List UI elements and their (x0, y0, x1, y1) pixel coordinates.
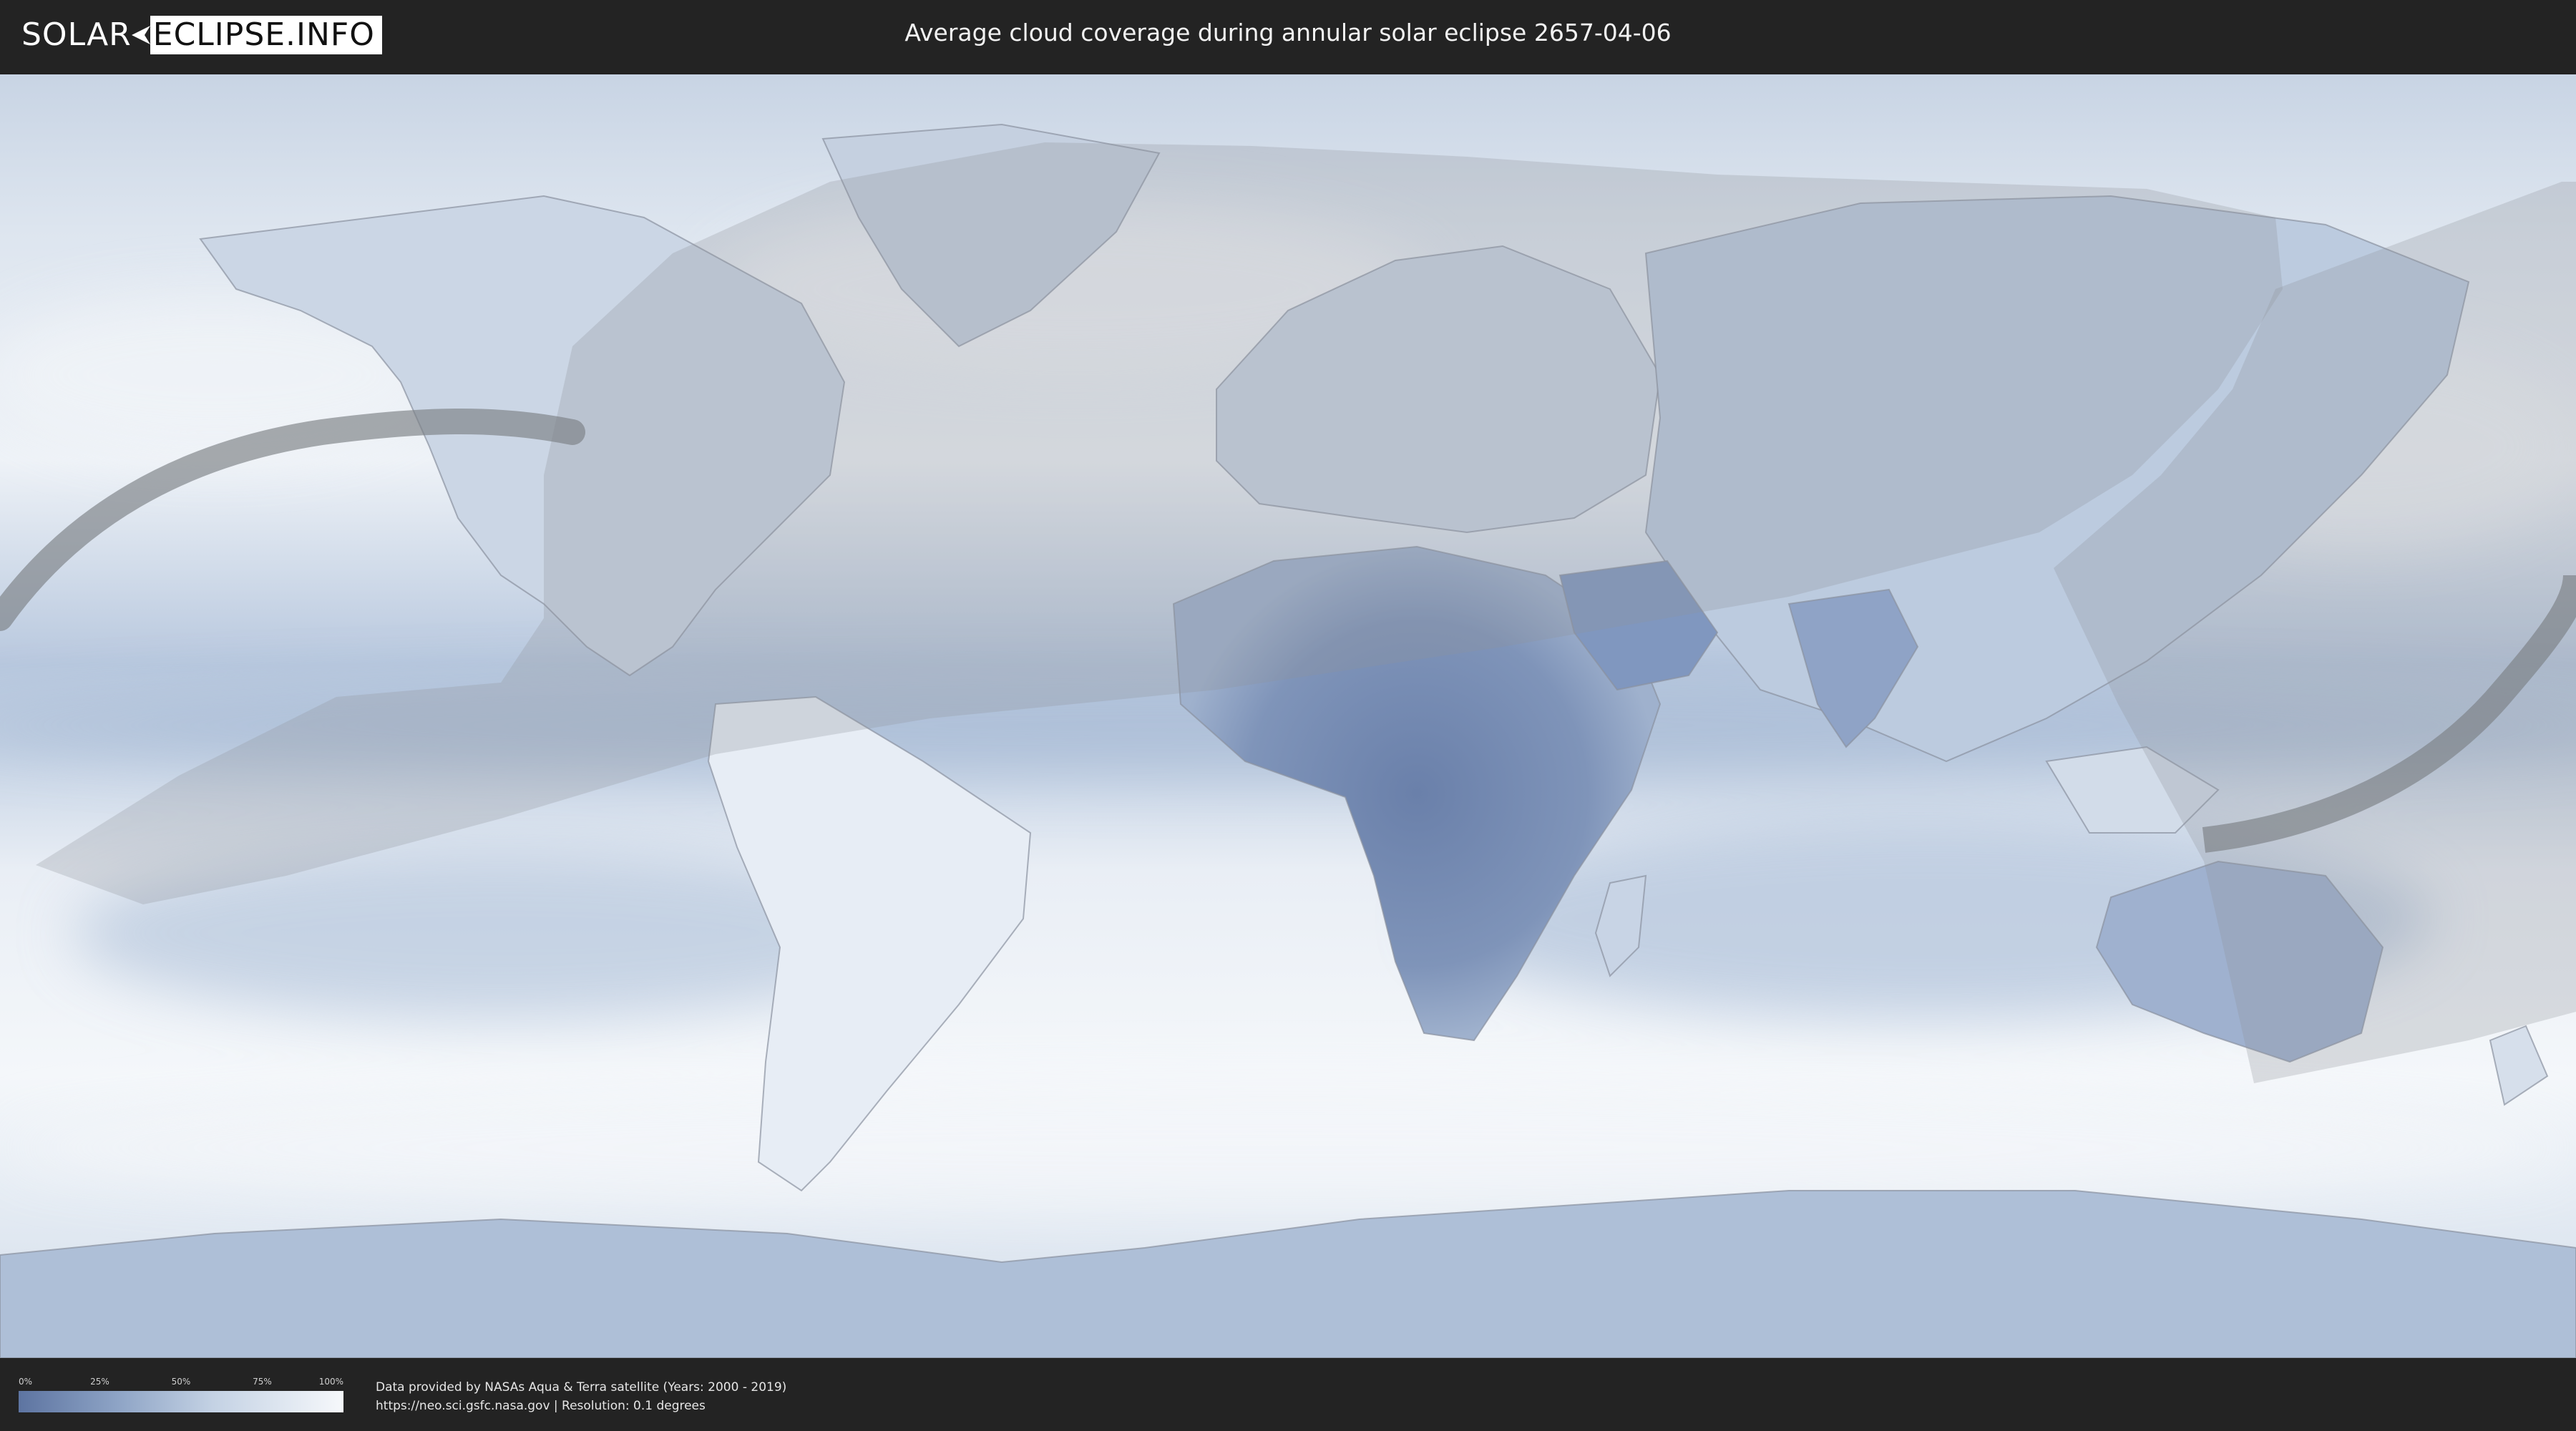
source-line[interactable]: https://neo.sci.gsfc.nasa.gov | Resoluti… (376, 1397, 786, 1415)
legend-tick-100: 100% (318, 1377, 343, 1387)
legend-ticks: 0% 25% 50% 75% 100% (19, 1377, 343, 1391)
legend-tick-75: 75% (253, 1377, 272, 1387)
cloud-coverage-legend: 0% 25% 50% 75% 100% (19, 1377, 343, 1412)
header-bar: SOLAR ECLIPSE.INFO Average cloud coverag… (0, 0, 2576, 72)
page-title: Average cloud coverage during annular so… (904, 19, 1672, 47)
legend-tick-50: 50% (171, 1377, 191, 1387)
page: SOLAR ECLIPSE.INFO Average cloud coverag… (0, 0, 2576, 1431)
legend-color-bar (19, 1391, 343, 1412)
data-credits: Data provided by NASAs Aqua & Terra sate… (376, 1378, 786, 1415)
legend-tick-0: 0% (19, 1377, 33, 1387)
credit-line: Data provided by NASAs Aqua & Terra sate… (376, 1380, 787, 1395)
legend-tick-25: 25% (90, 1377, 109, 1387)
cloud-coverage-map[interactable] (0, 74, 2576, 1358)
footer-bar: 0% 25% 50% 75% 100% Data provided by NAS… (0, 1358, 2576, 1431)
world-map-svg (0, 74, 2576, 1358)
